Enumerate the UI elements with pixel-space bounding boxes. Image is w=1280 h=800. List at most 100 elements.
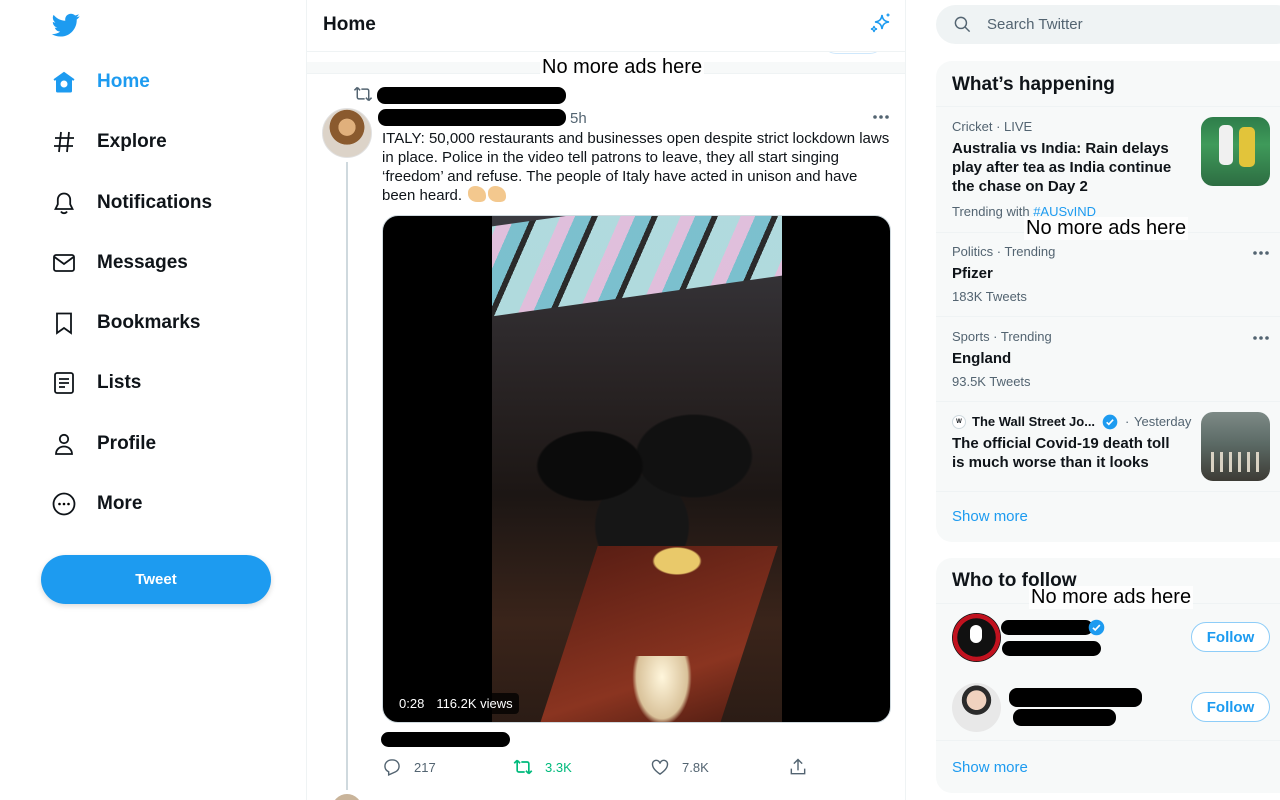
share-icon	[790, 758, 806, 775]
tweet-text: ITALY: 50,000 restaurants and businesses…	[382, 129, 894, 205]
trend-count: 183K Tweets	[952, 289, 1027, 304]
avatar[interactable]	[952, 683, 1001, 732]
annotation-no-ads: No more ads here	[1029, 586, 1194, 609]
divider	[936, 401, 1280, 402]
retweet-indicator-icon	[353, 86, 373, 102]
tweet-button[interactable]: Tweet	[41, 555, 271, 604]
thread-line	[346, 162, 348, 790]
avatar[interactable]	[322, 108, 372, 158]
trend-headline: Australia vs India: Rain delays play aft…	[952, 140, 1172, 195]
redacted-account-handle	[1013, 709, 1116, 726]
nav-item-lists[interactable]: Lists	[52, 363, 141, 403]
redacted-source	[381, 732, 510, 747]
annotation-no-ads: No more ads here	[540, 56, 705, 79]
twitter-bird-icon[interactable]	[51, 11, 81, 39]
page-title: Home	[323, 14, 376, 35]
redacted-account-name	[1001, 620, 1093, 635]
whats-happening-title: What’s happening	[952, 74, 1115, 95]
nav-label-home: Home	[97, 71, 150, 92]
nav-item-more[interactable]: More	[52, 484, 142, 524]
news-time: Yesterday	[1134, 414, 1192, 429]
reply-icon	[384, 759, 400, 777]
search-input[interactable]	[987, 5, 1277, 44]
nav-item-messages[interactable]: Messages	[52, 243, 188, 283]
trend-meta: Politics · Trending	[952, 244, 1056, 259]
left-navigation: Home Explore Notifications Messages Book…	[0, 0, 306, 800]
nav-item-explore[interactable]: Explore	[52, 122, 167, 162]
envelope-icon	[53, 254, 75, 272]
trend-meta: Sports · Trending	[952, 329, 1052, 344]
like-count: 7.8K	[682, 759, 709, 775]
news-time-sep: ·	[1125, 414, 1130, 429]
nav-item-bookmarks[interactable]: Bookmarks	[52, 303, 201, 343]
redacted-retweeter	[377, 87, 566, 104]
nav-item-notifications[interactable]: Notifications	[52, 183, 212, 223]
bell-icon	[54, 192, 74, 215]
trend-name: England	[952, 350, 1012, 367]
trend-name: Pfizer	[952, 265, 993, 282]
retweet-icon	[513, 759, 533, 775]
person-icon	[55, 433, 73, 455]
video-ceiling-lights	[492, 216, 782, 320]
nav-label-notifications: Notifications	[97, 192, 213, 213]
follow-button[interactable]: Follow	[1191, 692, 1270, 722]
nav-item-profile[interactable]: Profile	[52, 424, 156, 464]
hashtag-icon	[54, 131, 74, 153]
tweet-video[interactable]: 0:28 116.2K views	[382, 215, 891, 723]
whats-happening-panel: What’s happening Cricket · LIVE Australi…	[936, 61, 1280, 542]
show-more-link[interactable]: Show more	[952, 508, 1028, 525]
live-label: LIVE	[1004, 119, 1033, 134]
who-to-follow-panel: Who to follow No more ads here Follow Fo…	[936, 558, 1280, 793]
nav-label-messages: Messages	[97, 252, 188, 273]
follow-button[interactable]: Follow	[1191, 622, 1270, 652]
search-box[interactable]	[936, 5, 1280, 44]
trend-category: Cricket	[952, 119, 993, 134]
bookmark-icon	[56, 312, 72, 335]
verified-badge-icon	[1102, 414, 1118, 430]
list-icon	[54, 372, 74, 394]
reply-button[interactable]: 217	[382, 757, 436, 777]
sparkle-icon[interactable]	[869, 12, 893, 36]
video-food-bowl	[642, 541, 712, 581]
flexed-biceps-icon	[468, 186, 487, 202]
verified-badge-icon	[1088, 619, 1105, 636]
video-views: 116.2K views	[436, 696, 513, 711]
wsj-logo-icon: W	[952, 415, 966, 429]
video-duration-badge: 0:28 116.2K views	[393, 693, 519, 714]
redacted-author-name	[378, 109, 566, 126]
share-button[interactable]	[788, 757, 820, 777]
nav-item-home[interactable]: Home	[52, 62, 150, 102]
annotation-no-ads: No more ads here	[1024, 217, 1189, 240]
retweet-button[interactable]: 3.3K	[513, 757, 572, 777]
divider	[936, 316, 1280, 317]
video-frame	[492, 216, 782, 722]
timeline-header: Home	[307, 0, 905, 52]
nav-label-lists: Lists	[97, 372, 142, 393]
tweet-timestamp[interactable]: 5h	[570, 110, 587, 127]
trend-thumbnail	[1201, 117, 1270, 186]
more-options-icon[interactable]	[872, 114, 890, 120]
like-button[interactable]: 7.8K	[650, 757, 709, 777]
more-options-icon[interactable]	[1252, 335, 1270, 341]
avatar[interactable]	[952, 613, 1001, 662]
redacted-account-handle	[1002, 641, 1101, 656]
next-tweet-avatar[interactable]	[332, 794, 362, 800]
home-icon	[53, 71, 75, 93]
more-circle-icon	[52, 492, 76, 516]
tweet-body: ITALY: 50,000 restaurants and businesses…	[382, 130, 890, 204]
show-more-link[interactable]: Show more	[952, 759, 1028, 776]
main-timeline: Home No more ads here 5h ITALY: 50,000 r…	[306, 0, 906, 800]
heart-icon	[651, 759, 669, 775]
reply-count: 217	[414, 759, 436, 775]
search-icon	[954, 16, 971, 33]
nav-label-profile: Profile	[97, 433, 157, 454]
divider	[936, 106, 1280, 107]
nav-label-more: More	[97, 493, 143, 514]
news-headline: The official Covid-19 death toll is much…	[952, 435, 1170, 471]
more-options-icon[interactable]	[1252, 250, 1270, 256]
divider	[936, 491, 1280, 492]
redacted-account-name	[1009, 688, 1142, 707]
retweet-count: 3.3K	[545, 759, 572, 775]
video-duration: 0:28	[399, 696, 425, 711]
video-lamp	[632, 656, 692, 722]
